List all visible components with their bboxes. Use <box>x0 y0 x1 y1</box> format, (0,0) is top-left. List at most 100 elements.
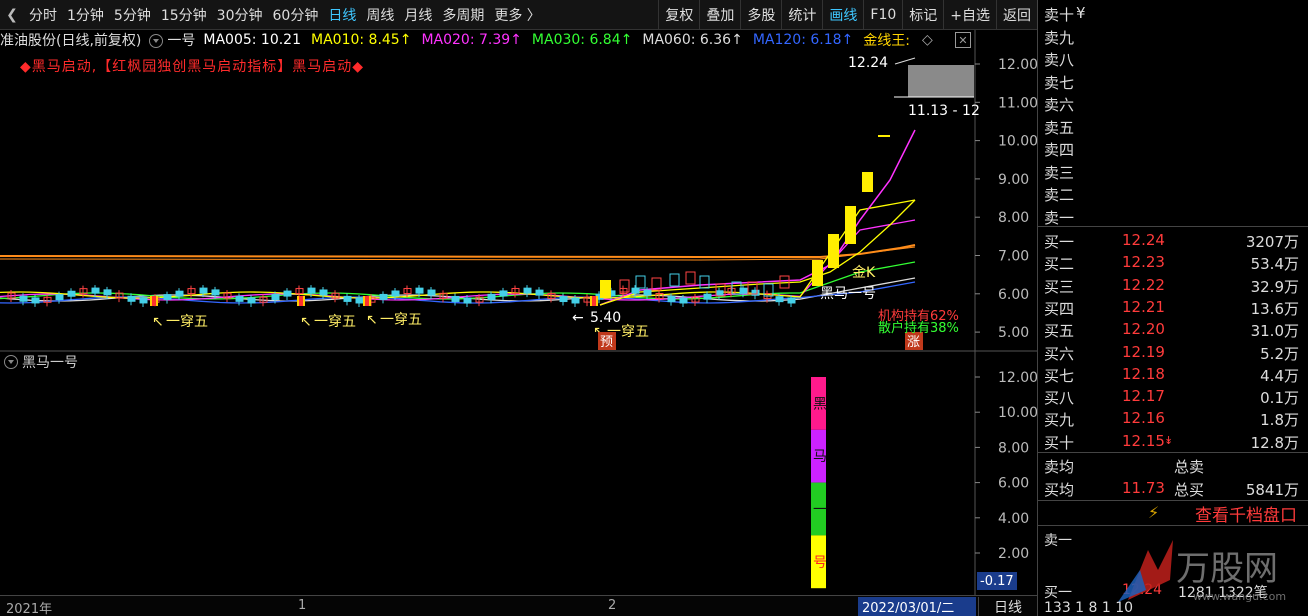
buy-label: 买七 <box>1044 366 1075 385</box>
buy-row[interactable]: 买九 12.16 1.8万 <box>1038 407 1308 429</box>
sell-row[interactable]: 卖三 <box>1038 160 1308 182</box>
candle-body <box>139 297 148 304</box>
tool-buttons: 复权 叠加 多股 统计 画线 F10 标记 +自选 返回 <box>658 0 1037 30</box>
tool-button-5[interactable]: F10 <box>863 0 902 30</box>
sell-label: 卖八 <box>1044 51 1075 69</box>
candle-body <box>535 289 544 296</box>
sub-axis-label: 2.00 <box>998 546 1029 562</box>
period-toolbar: ❮ 分时 1分钟 5分钟 15分钟 30分钟 60分钟 日线 周线 月线 多周期 更多 〉 复权 叠加… <box>0 0 1037 30</box>
candle-body <box>679 297 688 304</box>
sell-row[interactable]: 卖八 <box>1038 47 1308 69</box>
sell-row[interactable]: 卖六 <box>1038 92 1308 114</box>
tool-button-4[interactable]: 画线 <box>822 0 863 30</box>
sell-row[interactable]: 卖四 <box>1038 137 1308 159</box>
one-through-five-label: ↖ <box>300 314 312 330</box>
depth-link-button[interactable]: 查看千档盘口 <box>1038 500 1308 526</box>
buy-vol: 0.1万 <box>1260 389 1299 408</box>
tool-button-0[interactable]: 复权 <box>658 0 699 30</box>
sell-row[interactable]: 卖五 <box>1038 115 1308 137</box>
buy-price: 12.23 <box>1122 253 1165 272</box>
watermark-logo: 万股网 www.wangu.com <box>1118 540 1286 603</box>
signal-candle-core <box>299 296 303 306</box>
total-buy-value: 5841万 <box>1245 481 1299 499</box>
buy-vol: 3207万 <box>1245 233 1299 251</box>
ma-orange-line-2 <box>0 246 916 261</box>
period-tab-9[interactable]: 多周期 <box>437 0 489 30</box>
buy-row[interactable]: 买五 12.20 31.0万 <box>1038 318 1308 340</box>
signal-candle-core <box>592 296 596 306</box>
candle-body <box>19 295 28 302</box>
low-price-value: 5.40 <box>590 310 621 326</box>
zhang-badge-text: 涨 <box>907 335 920 350</box>
chevron-down-icon[interactable] <box>4 355 18 369</box>
mid-candle <box>699 275 710 289</box>
back-arrow-icon[interactable]: ❮ <box>0 0 24 30</box>
period-tab-3[interactable]: 15分钟 <box>156 0 212 30</box>
candle-body <box>787 297 796 304</box>
tool-button-7[interactable]: +自选 <box>943 0 996 30</box>
one-through-five-label: ↖ <box>152 314 164 330</box>
sub-chart-title: 黑马一号 <box>0 352 78 372</box>
chart-canvas[interactable]: 12.0011.0010.009.008.007.006.005.0012.00… <box>0 30 1037 616</box>
kline-panel: 准油股份(日线,前复权) 一号 MA005: 10.21 MA010: 8.45↑… <box>0 30 1037 616</box>
candle-body <box>415 287 424 294</box>
sell-summary: 卖均 总卖 <box>1038 454 1308 476</box>
candle-body <box>631 287 640 294</box>
tool-button-3[interactable]: 统计 <box>781 0 822 30</box>
buy-row[interactable]: 买二 12.23 53.4万 <box>1038 251 1308 273</box>
date-year: 2021年 <box>6 602 53 616</box>
period-tab-7[interactable]: 周线 <box>361 0 399 30</box>
buy-row[interactable]: 买十 12.15 12.8万 ↡ <box>1038 430 1308 452</box>
range-label: 11.13 - 12 <box>908 103 980 119</box>
buy-row[interactable]: 买六 12.19 5.2万 <box>1038 341 1308 363</box>
buy-price: 12.20 <box>1122 320 1165 339</box>
buy-row[interactable]: 买三 12.22 32.9万 <box>1038 274 1308 296</box>
date-month-2: 2 <box>608 598 617 613</box>
heima-sub-char: 黑 <box>813 396 827 412</box>
candle-body <box>31 297 40 304</box>
buy-label: 买九 <box>1044 411 1075 430</box>
tool-button-8[interactable]: 返回 <box>996 0 1037 30</box>
period-tab-5[interactable]: 60分钟 <box>268 0 324 30</box>
period-tab-2[interactable]: 5分钟 <box>109 0 156 30</box>
sell-row[interactable]: 卖九 <box>1038 25 1308 47</box>
main-axis-label: 8.00 <box>998 210 1029 226</box>
period-tab-4[interactable]: 30分钟 <box>212 0 268 30</box>
buy-avg-value: 11.73 <box>1122 479 1165 497</box>
buy-row[interactable]: 买七 12.18 4.4万 <box>1038 363 1308 385</box>
yu-badge-text: 预 <box>600 335 613 350</box>
candle-body <box>235 295 244 302</box>
high-price-label: 12.24 <box>848 55 888 71</box>
buy-label: 买五 <box>1044 322 1075 341</box>
sell-row[interactable]: 卖七 <box>1038 70 1308 92</box>
period-tab-10[interactable]: 更多 〉 <box>489 0 545 30</box>
period-tab-6[interactable]: 日线 <box>323 0 361 30</box>
period-tab-8[interactable]: 月线 <box>399 0 437 30</box>
period-tab-0[interactable]: 分时 <box>24 0 62 30</box>
buy-vol: 4.4万 <box>1260 366 1299 385</box>
period-tab[interactable]: 日线 <box>978 597 1037 616</box>
buy-row[interactable]: 买四 12.21 13.6万 <box>1038 296 1308 318</box>
tool-button-6[interactable]: 标记 <box>902 0 943 30</box>
bolt-icon: ⚡ <box>1148 503 1160 522</box>
tool-button-1[interactable]: 叠加 <box>699 0 740 30</box>
sell-price: ¥ <box>1076 4 1086 22</box>
buy-label: 买一 <box>1044 233 1075 251</box>
sell-row[interactable]: 卖二 <box>1038 182 1308 204</box>
period-tab-1[interactable]: 1分钟 <box>62 0 109 30</box>
one-through-five-text: 一穿五 <box>314 314 356 330</box>
jinK-annotation: 金K <box>852 265 876 281</box>
buy-vol: 5.2万 <box>1260 344 1299 363</box>
candle-body <box>379 293 388 300</box>
sell-row[interactable]: 卖一 <box>1038 205 1308 227</box>
buy-row[interactable]: 买八 12.17 0.1万 <box>1038 385 1308 407</box>
rising-candle <box>812 260 823 286</box>
buy-row[interactable]: 买一 12.24 3207万 <box>1038 229 1308 251</box>
tool-button-2[interactable]: 多股 <box>740 0 781 30</box>
candle-body <box>643 289 652 296</box>
main-axis-label: 7.00 <box>998 249 1029 265</box>
sell-row[interactable]: 卖十 ¥ <box>1038 2 1308 24</box>
sub-axis-label: 8.00 <box>998 440 1029 456</box>
buy-label: 买八 <box>1044 389 1075 408</box>
sub-axis-label: 6.00 <box>998 476 1029 492</box>
